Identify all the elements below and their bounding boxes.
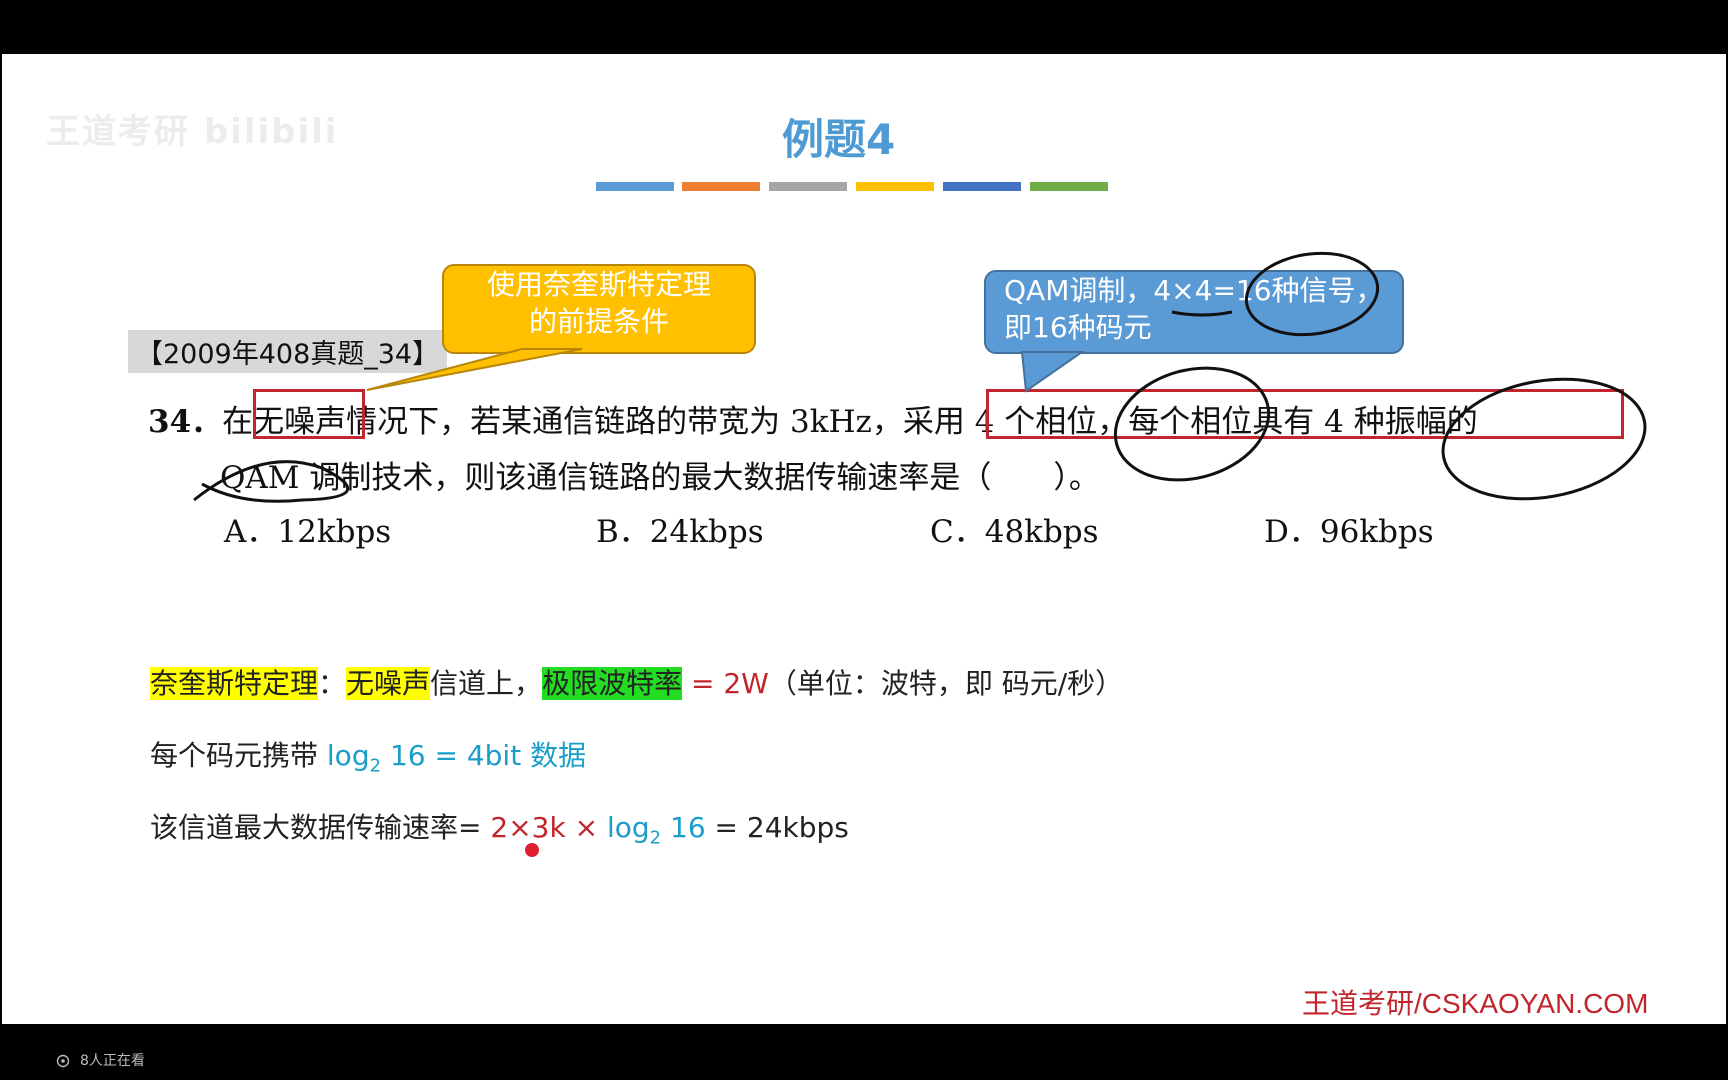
viewer-bar: 8人正在看 (0, 1040, 1728, 1080)
slide: 王道考研 bilibili 例题4 【2009年408真题_34】 使用奈奎斯特… (2, 54, 1726, 1024)
laser-pointer-dot (523, 841, 541, 859)
handwritten-scribble-qam (193, 460, 350, 503)
handwritten-underline-4x4 (1171, 310, 1233, 317)
handwritten-circle-phase (1113, 366, 1271, 482)
annotation-layer (193, 251, 1647, 859)
callout-right-pointer (1020, 351, 1086, 393)
viewers-icon (56, 1054, 70, 1068)
callout-left-pointer (366, 348, 583, 391)
handwritten-circle-16 (1244, 251, 1380, 337)
handwritten-circle-amplitude (1441, 377, 1647, 501)
viewer-count: 8人正在看 (80, 1053, 145, 1069)
